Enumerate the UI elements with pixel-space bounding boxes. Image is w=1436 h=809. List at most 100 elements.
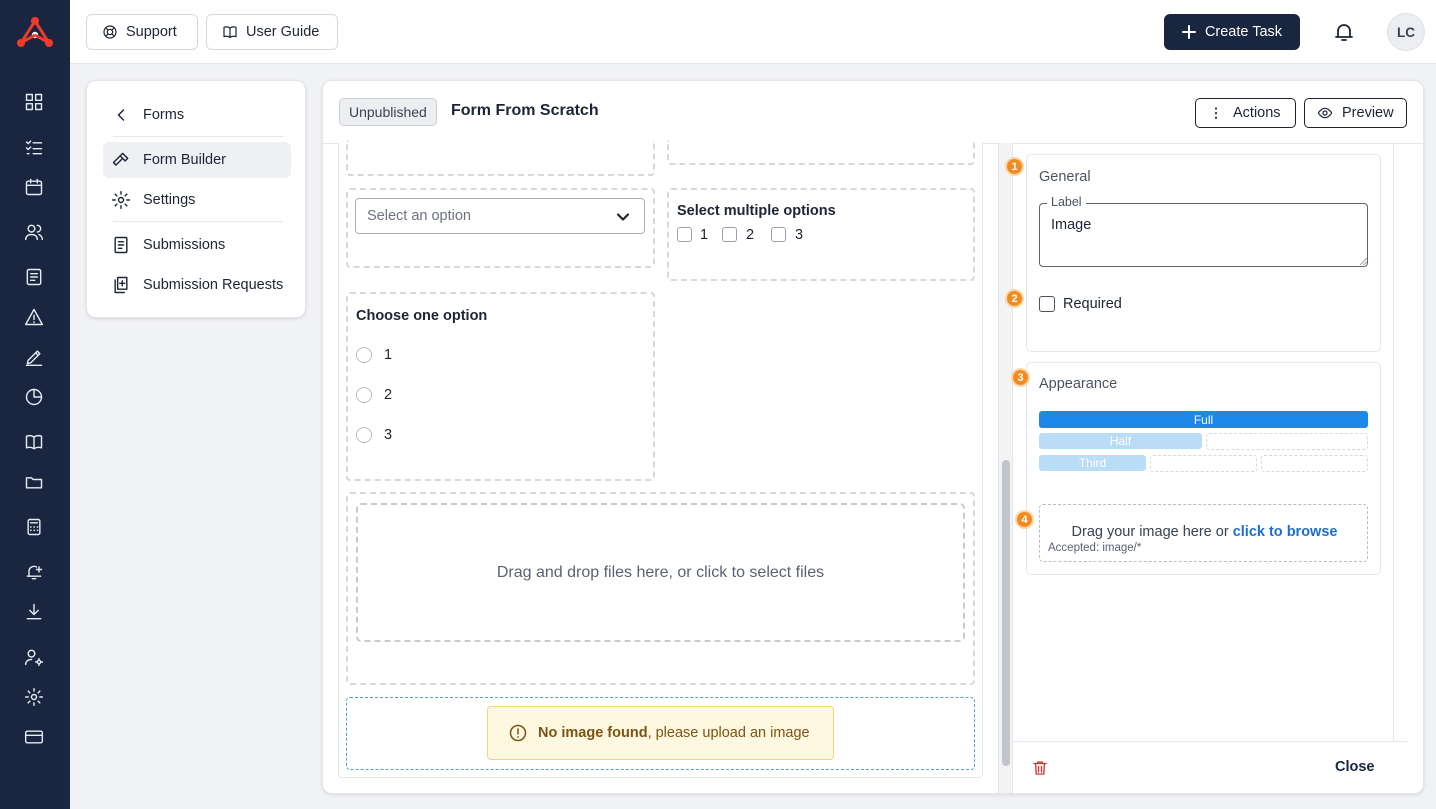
step-badge: 3 — [1011, 368, 1030, 387]
actions-button[interactable]: Actions — [1195, 98, 1296, 128]
bell-plus-icon[interactable] — [22, 560, 46, 584]
user-guide-button[interactable]: User Guide — [206, 14, 338, 50]
radio-button[interactable] — [356, 387, 372, 403]
bell-icon[interactable] — [1332, 20, 1356, 44]
task-list-icon[interactable] — [22, 135, 46, 159]
calendar-icon[interactable] — [22, 175, 46, 199]
create-task-button[interactable]: Create Task — [1164, 14, 1300, 50]
book-open-icon — [223, 26, 237, 38]
divider — [1012, 143, 1013, 793]
avatar[interactable]: LC — [1387, 13, 1425, 51]
chevron-left-icon — [117, 109, 125, 121]
alert-bold: No image found — [538, 725, 648, 741]
accepted-types: Accepted: image/* — [1048, 542, 1142, 554]
nav-label: Submissions — [143, 237, 226, 253]
checkbox-label: 1 — [700, 227, 709, 243]
back-label: Forms — [143, 107, 185, 123]
user-settings-icon[interactable] — [22, 645, 46, 669]
file-dropzone[interactable]: Drag and drop files here, or click to se… — [356, 503, 965, 642]
select-dropdown[interactable]: Select an option — [355, 198, 645, 234]
no-image-alert: No image found, please upload an image — [487, 706, 834, 760]
nav-label: Submission Requests — [143, 277, 284, 293]
preview-label: Preview — [1342, 105, 1394, 121]
multi-select-label: Select multiple options — [677, 203, 836, 219]
form-field-block[interactable] — [667, 140, 975, 165]
checkbox[interactable] — [771, 227, 786, 242]
eye-icon — [1317, 107, 1333, 119]
document-plus-icon — [114, 276, 128, 294]
gear-icon — [111, 190, 131, 210]
user-guide-label: User Guide — [246, 24, 320, 40]
lifebuoy-icon — [103, 25, 117, 39]
back-to-forms-link[interactable]: Forms — [103, 97, 291, 133]
app-rail — [0, 0, 70, 809]
nav-item-settings[interactable]: Settings — [103, 182, 291, 218]
select-placeholder: Select an option — [367, 208, 471, 224]
step-badge: 4 — [1015, 510, 1034, 529]
alert-triangle-icon[interactable] — [22, 305, 46, 329]
image-upload-dropzone[interactable]: Drag your image here or click to browse … — [1039, 504, 1368, 562]
required-checkbox[interactable] — [1039, 296, 1055, 312]
nav-label: Form Builder — [143, 152, 226, 168]
step-badge: 1 — [1005, 157, 1024, 176]
checkbox-label: 2 — [746, 227, 755, 243]
checkbox[interactable] — [677, 227, 692, 242]
nav-item-form-builder[interactable]: Form Builder — [103, 142, 291, 178]
width-slot — [1206, 433, 1368, 450]
preview-button[interactable]: Preview — [1304, 98, 1407, 128]
alert-circle-icon — [509, 724, 527, 742]
radio-label: 1 — [384, 347, 393, 363]
section-title: Appearance — [1039, 376, 1118, 392]
calculator-icon[interactable] — [22, 515, 46, 539]
dashboard-icon[interactable] — [22, 90, 46, 114]
signature-icon[interactable] — [22, 345, 46, 369]
support-button[interactable]: Support — [86, 14, 198, 50]
plus-icon — [1181, 25, 1196, 39]
divider — [1393, 143, 1394, 741]
page-title: Form From Scratch — [451, 102, 599, 119]
nav-label: Settings — [143, 192, 196, 208]
checkbox-label: 3 — [795, 227, 804, 243]
alert-rest: , please upload an image — [647, 725, 810, 741]
radio-button[interactable] — [356, 347, 372, 363]
close-button[interactable]: Close — [1335, 759, 1375, 775]
status-badge: Unpublished — [339, 98, 437, 126]
browse-link[interactable]: click to browse — [1233, 524, 1338, 540]
radio-button[interactable] — [356, 427, 372, 443]
actions-label: Actions — [1233, 105, 1281, 121]
nav-item-submission-requests[interactable]: Submission Requests — [103, 267, 291, 303]
more-vertical-icon — [1215, 107, 1217, 119]
users-icon[interactable] — [22, 220, 46, 244]
book-icon[interactable] — [22, 430, 46, 454]
chevron-down-icon — [616, 213, 630, 221]
pie-chart-icon[interactable] — [22, 385, 46, 409]
app-logo-icon[interactable] — [16, 16, 54, 50]
width-option-third[interactable]: Third — [1039, 455, 1146, 471]
multi-select-field-block[interactable] — [667, 188, 975, 281]
download-icon[interactable] — [22, 600, 46, 624]
document-icon — [114, 236, 128, 254]
forms-icon[interactable] — [22, 265, 46, 289]
scrollbar-thumb[interactable] — [1002, 460, 1010, 766]
width-slot — [1261, 455, 1368, 472]
trash-icon[interactable] — [1031, 759, 1049, 777]
form-field-block[interactable] — [346, 140, 655, 176]
label-textarea[interactable] — [1039, 203, 1368, 267]
nav-item-submissions[interactable]: Submissions — [103, 227, 291, 263]
gear-icon[interactable] — [22, 685, 46, 709]
divider — [113, 221, 283, 222]
hammer-icon — [112, 152, 129, 166]
label-value: Image — [1051, 217, 1092, 233]
width-option-full[interactable]: Full — [1039, 411, 1368, 428]
radio-label: 2 — [384, 387, 393, 403]
builder-header: Unpublished Form From Scratch Actions Pr… — [323, 81, 1423, 144]
resize-handle-icon[interactable] — [1360, 258, 1367, 265]
checkbox[interactable] — [722, 227, 737, 242]
folder-icon[interactable] — [22, 470, 46, 494]
dropzone-text: Drag and drop files here, or click to se… — [496, 563, 825, 581]
credit-card-icon[interactable] — [22, 725, 46, 749]
divider — [113, 136, 283, 137]
form-sidenav: Forms Form Builder Settings Submissions … — [86, 80, 306, 318]
label-legend: Label — [1047, 195, 1086, 209]
width-option-half[interactable]: Half — [1039, 433, 1202, 449]
